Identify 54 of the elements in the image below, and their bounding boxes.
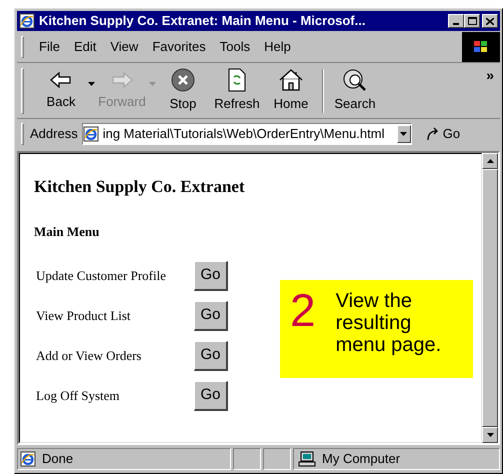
stop-button[interactable]: Stop <box>156 64 210 116</box>
browser-icon <box>19 13 35 29</box>
toolbar-overflow-button[interactable]: » <box>486 65 494 86</box>
dropdown-arrow-icon[interactable] <box>88 82 95 86</box>
down-arrow-icon[interactable] <box>486 433 494 437</box>
windows-logo-icon <box>462 32 500 62</box>
up-arrow-icon[interactable] <box>486 159 494 163</box>
menu-item[interactable]: Favorites <box>147 36 211 56</box>
search-button[interactable]: Search <box>328 64 382 116</box>
back-button[interactable]: Back <box>34 64 88 116</box>
go-button[interactable]: Go <box>194 341 228 371</box>
menu-item[interactable]: View <box>105 36 144 56</box>
status-panel <box>233 448 261 470</box>
go-button[interactable]: Go <box>426 124 460 144</box>
status-text: Done <box>42 450 74 468</box>
page-subheading: Main Menu <box>34 222 100 240</box>
menu-item[interactable]: File <box>34 36 65 56</box>
status-panel <box>263 448 291 470</box>
step-number: 2 <box>290 290 316 338</box>
house-icon <box>278 68 304 92</box>
menu-item[interactable]: Help <box>259 36 296 56</box>
close-button[interactable] <box>482 14 498 28</box>
stop-icon <box>171 68 195 92</box>
address-label: Address <box>30 125 78 144</box>
minimize-button[interactable] <box>448 14 464 28</box>
page-icon <box>82 126 99 142</box>
go-button[interactable]: Go <box>194 301 228 331</box>
maximize-button[interactable] <box>464 14 480 28</box>
menu-item[interactable]: Tools <box>214 36 256 56</box>
window-title: Kitchen Supply Co. Extranet: Main Menu - Microsof... <box>39 12 366 30</box>
home-button[interactable]: Home <box>264 64 318 116</box>
left-arrow-icon <box>49 70 73 90</box>
go-button[interactable]: Go <box>194 381 228 411</box>
page-icon <box>20 451 36 467</box>
menu-option-label: Add or View Orders <box>35 347 142 366</box>
menu-option-label: View Product List <box>35 307 132 326</box>
menu-item[interactable]: Edit <box>68 36 102 56</box>
page-heading: Kitchen Supply Co. Extranet <box>34 176 246 198</box>
zone-text: My Computer <box>322 450 400 468</box>
menu-option-label: Log Off System <box>35 387 121 406</box>
scrollbar[interactable] <box>482 153 498 443</box>
dropdown-button[interactable] <box>396 125 411 143</box>
right-arrow-icon <box>110 70 134 90</box>
search-icon <box>342 68 368 92</box>
refresh-icon <box>226 68 248 92</box>
menu-option-label: Update Customer Profile <box>35 267 167 286</box>
address-field[interactable]: ing Material\Tutorials\Web\OrderEntry\Menu.html <box>82 123 412 145</box>
curved-arrow-icon <box>426 127 440 141</box>
computer-icon <box>298 451 316 467</box>
close-icon <box>486 18 494 24</box>
callout-text: View the resulting menu page. <box>336 290 442 358</box>
down-arrow-icon <box>400 132 408 136</box>
go-button[interactable]: Go <box>194 261 228 291</box>
refresh-button[interactable]: Refresh <box>210 64 264 116</box>
